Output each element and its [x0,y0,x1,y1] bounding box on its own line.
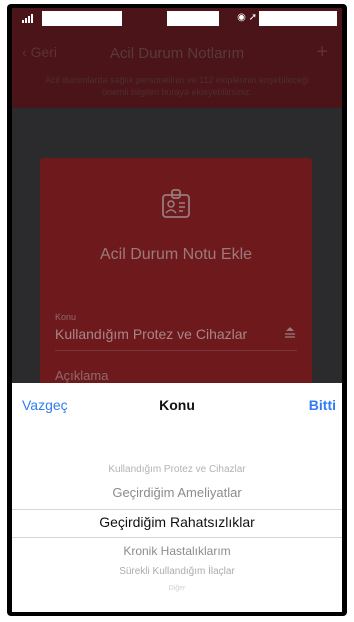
picker-title: Konu [159,397,195,413]
picker-toolbar: Vazgeç Konu Bitti [12,383,342,427]
info-text: Acil durumlarda sağlık personelinin ve 1… [45,75,309,97]
add-icon[interactable]: + [316,41,328,64]
picker-option[interactable]: Geçirdiğim Ameliyatlar [12,485,342,500]
picker-arrows-icon[interactable] [283,326,297,340]
card-title: Acil Durum Notu Ekle [99,246,253,263]
picker-option[interactable]: Sürekli Kullandığım İlaçlar [12,566,342,577]
nav-bar: ‹ Geri Acil Durum Notlarım + [12,38,342,68]
picker-option[interactable]: Diğer [12,585,342,592]
topic-field-value[interactable]: Kullandığım Protez ve Cihazlar [55,326,247,342]
redacted-carrier [42,11,122,26]
selection-line-bottom [12,537,342,538]
phone-frame: ◉ ➚ ‹ Geri Acil Durum Notlarım + Acil du… [7,4,347,616]
picker-option[interactable]: Kullandığım Protez ve Cihazlar [12,464,342,475]
app-screen: ◉ ➚ ‹ Geri Acil Durum Notlarım + Acil du… [12,8,342,612]
status-bar: ◉ ➚ [12,8,342,30]
field-divider [55,350,297,351]
id-badge-icon [162,189,190,218]
redacted-battery [259,11,337,26]
topic-field-label: Konu [55,312,77,322]
picker-option-selected[interactable]: Geçirdiğim Rahatsızlıklar [12,514,342,530]
done-button[interactable]: Bitti [309,397,336,413]
add-emergency-note-card[interactable]: Acil Durum Notu Ekle Konu Kullandığım Pr… [40,158,312,418]
location-icon: ◉ ➚ [237,12,257,23]
description-field-label[interactable]: Açıklama [55,368,108,383]
page-title: Acil Durum Notlarım [109,45,245,62]
topic-picker-sheet: Vazgeç Konu Bitti Kullandığım Protez ve … [12,383,342,612]
picker-option[interactable]: Kronik Hastalıklarım [12,544,342,558]
signal-icon [22,14,33,23]
selection-line-top [12,509,342,510]
redacted-time [167,11,219,26]
